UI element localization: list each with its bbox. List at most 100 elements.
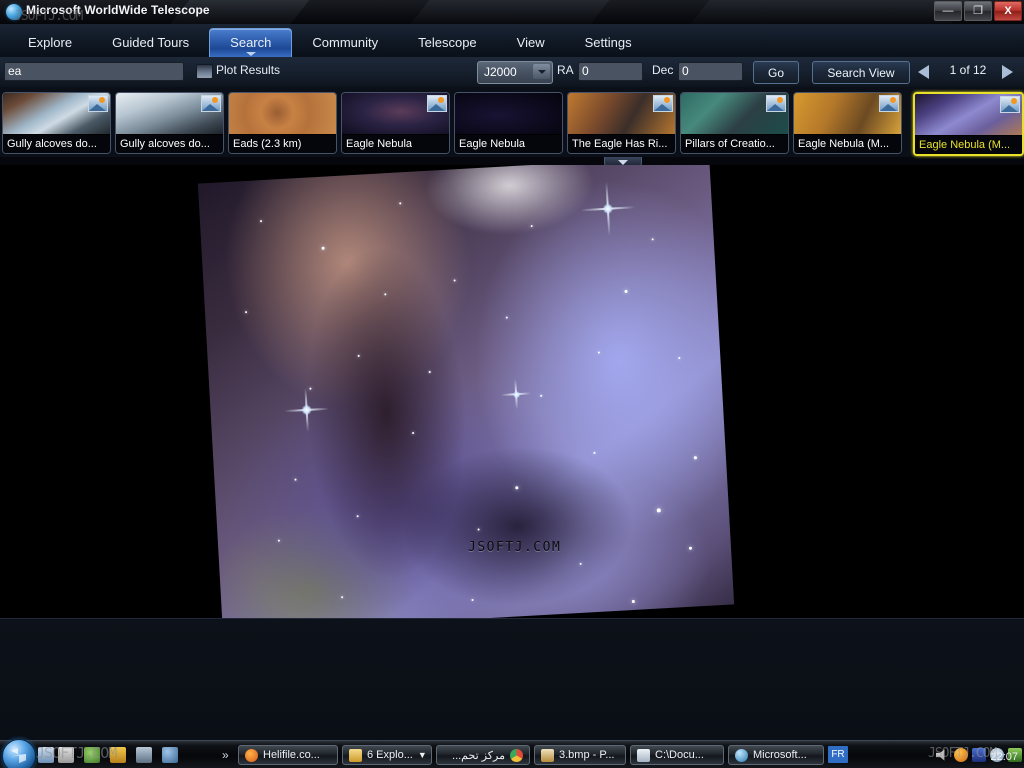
triangle-left-icon[interactable] xyxy=(918,65,929,79)
taskbar-button-label: 6 Explo... xyxy=(367,749,413,761)
windows-taskbar: » Helifile.co... 6 Explo... ▼ مركز تحم..… xyxy=(0,739,1024,768)
dec-label: Dec xyxy=(652,63,674,77)
thumbnail-label: Gully alcoves do... xyxy=(116,135,223,153)
star xyxy=(259,220,263,223)
thumbnail-label: Eagle Nebula (M... xyxy=(794,135,901,153)
sky-view-canvas[interactable]: JSOFTJ.COM xyxy=(0,165,1024,618)
tab-guided-tours[interactable]: Guided Tours xyxy=(92,28,209,57)
chrome-icon xyxy=(510,748,523,762)
thumbnail-label: Eagle Nebula (M... xyxy=(915,136,1022,154)
image-badge-icon xyxy=(766,95,786,112)
image-watermark: JSOFTJ.COM xyxy=(468,540,562,555)
taskbar-button-helifile[interactable]: Helifile.co... xyxy=(238,745,338,765)
epoch-select[interactable]: J2000 xyxy=(477,61,553,84)
double-chevron-right-icon[interactable]: » xyxy=(222,748,229,762)
star xyxy=(309,387,312,390)
thumbnail-label: Eagle Nebula xyxy=(455,135,562,153)
go-button[interactable]: Go xyxy=(753,61,799,84)
thumbnail-item[interactable]: Gully alcoves do... xyxy=(2,92,111,154)
explorer-icon xyxy=(637,748,650,762)
star xyxy=(651,238,654,241)
thumbnail-item[interactable]: Pillars of Creatio... xyxy=(680,92,789,154)
thumbnail-item[interactable]: Eagle Nebula xyxy=(454,92,563,154)
triangle-right-icon[interactable] xyxy=(1002,65,1013,79)
thumbnail-item[interactable]: Eagle Nebula (M... xyxy=(793,92,902,154)
window-controls: — ❐ X xyxy=(934,1,1022,21)
taskbar-watermark: JSOFTJ.COM xyxy=(928,746,997,761)
tab-settings[interactable]: Settings xyxy=(565,28,652,57)
thumbnail-label: Pillars of Creatio... xyxy=(681,135,788,153)
taskbar-button-label: مركز تحم... xyxy=(452,749,505,762)
chevron-down-icon: ▼ xyxy=(417,750,427,760)
language-indicator[interactable]: FR xyxy=(828,746,848,763)
tab-telescope[interactable]: Telescope xyxy=(398,28,497,57)
taskbar-button-explorer-group[interactable]: 6 Explo... ▼ xyxy=(342,745,432,765)
taskbar-button-paint[interactable]: 3.bmp - P... xyxy=(534,745,626,765)
title-bar-decoration xyxy=(690,0,970,24)
star xyxy=(693,456,697,459)
tab-explore[interactable]: Explore xyxy=(8,28,92,57)
epoch-select-value: J2000 xyxy=(484,65,517,79)
main-menu-bar: Explore Guided Tours Search Community Te… xyxy=(0,24,1024,58)
dec-input[interactable] xyxy=(678,62,743,81)
title-bar: Microsoft WorldWide Telescope JSOFTJ.COM… xyxy=(0,0,1024,24)
taskbar-button-chrome[interactable]: مركز تحم... xyxy=(436,745,530,765)
plot-results-checkbox[interactable] xyxy=(196,64,213,79)
image-badge-icon xyxy=(201,95,221,112)
search-view-button[interactable]: Search View xyxy=(812,61,910,84)
wwt-application-window: Microsoft WorldWide Telescope JSOFTJ.COM… xyxy=(0,0,1024,768)
thumbnail-item[interactable]: Eagle Nebula xyxy=(341,92,450,154)
star xyxy=(384,293,387,296)
tab-search-label: Search xyxy=(230,35,272,50)
star xyxy=(631,599,635,603)
star xyxy=(277,539,280,542)
thumbnail-item[interactable]: Eagle Nebula (M... xyxy=(913,92,1024,156)
plot-results-label: Plot Results xyxy=(216,63,281,77)
thumbnail-item[interactable]: The Eagle Has Ri... xyxy=(567,92,676,154)
taskbar-button-wwt[interactable]: Microsoft... xyxy=(728,745,824,765)
maximize-restore-button[interactable]: ❐ xyxy=(964,1,992,21)
start-button[interactable] xyxy=(2,739,36,768)
star xyxy=(341,596,344,599)
tab-search[interactable]: Search xyxy=(209,28,293,57)
paint-icon xyxy=(541,748,554,762)
users-icon[interactable] xyxy=(162,747,178,763)
thumbnail-item[interactable]: Eads (2.3 km) xyxy=(228,92,337,154)
star xyxy=(678,356,681,360)
search-result-count: 1 of 12 xyxy=(949,63,987,77)
tab-view[interactable]: View xyxy=(497,28,565,57)
thumbnail-label: The Eagle Has Ri... xyxy=(568,135,675,153)
star xyxy=(356,515,359,518)
search-results-thumbnail-strip: Gully alcoves do... Gully alcoves do... Ea… xyxy=(0,87,1024,157)
star xyxy=(245,311,248,314)
star xyxy=(624,289,628,293)
nebula-image xyxy=(197,165,735,618)
thumbnail-label: Eads (2.3 km) xyxy=(229,135,336,153)
star xyxy=(428,370,431,373)
taskbar-button-label: Helifile.co... xyxy=(263,749,320,761)
star xyxy=(412,431,415,435)
firefox-icon xyxy=(245,748,258,762)
minimize-button[interactable]: — xyxy=(934,1,962,21)
tab-community[interactable]: Community xyxy=(292,28,398,57)
thumbnail-item[interactable]: Gully alcoves do... xyxy=(115,92,224,154)
star xyxy=(540,394,543,397)
image-badge-icon xyxy=(1000,96,1020,113)
star xyxy=(453,279,456,282)
folder-icon xyxy=(349,748,362,762)
chevron-down-icon xyxy=(245,52,256,56)
watermark-overlay: JSOFTJ.COM xyxy=(14,9,83,24)
taskbar-button-documents[interactable]: C:\Docu... xyxy=(630,745,724,765)
star xyxy=(357,354,360,357)
star xyxy=(505,316,508,319)
search-input[interactable] xyxy=(4,62,184,81)
taskbar-button-label: Microsoft... xyxy=(753,749,807,761)
taskbar-watermark: JSOFTJ.COM xyxy=(36,744,117,762)
title-bar-decoration xyxy=(410,0,610,24)
image-badge-icon xyxy=(88,95,108,112)
thumbnail-label: Eagle Nebula xyxy=(342,135,449,153)
star xyxy=(656,508,661,513)
network-icon[interactable] xyxy=(136,747,152,763)
ra-input[interactable] xyxy=(578,62,643,81)
close-button[interactable]: X xyxy=(994,1,1022,21)
